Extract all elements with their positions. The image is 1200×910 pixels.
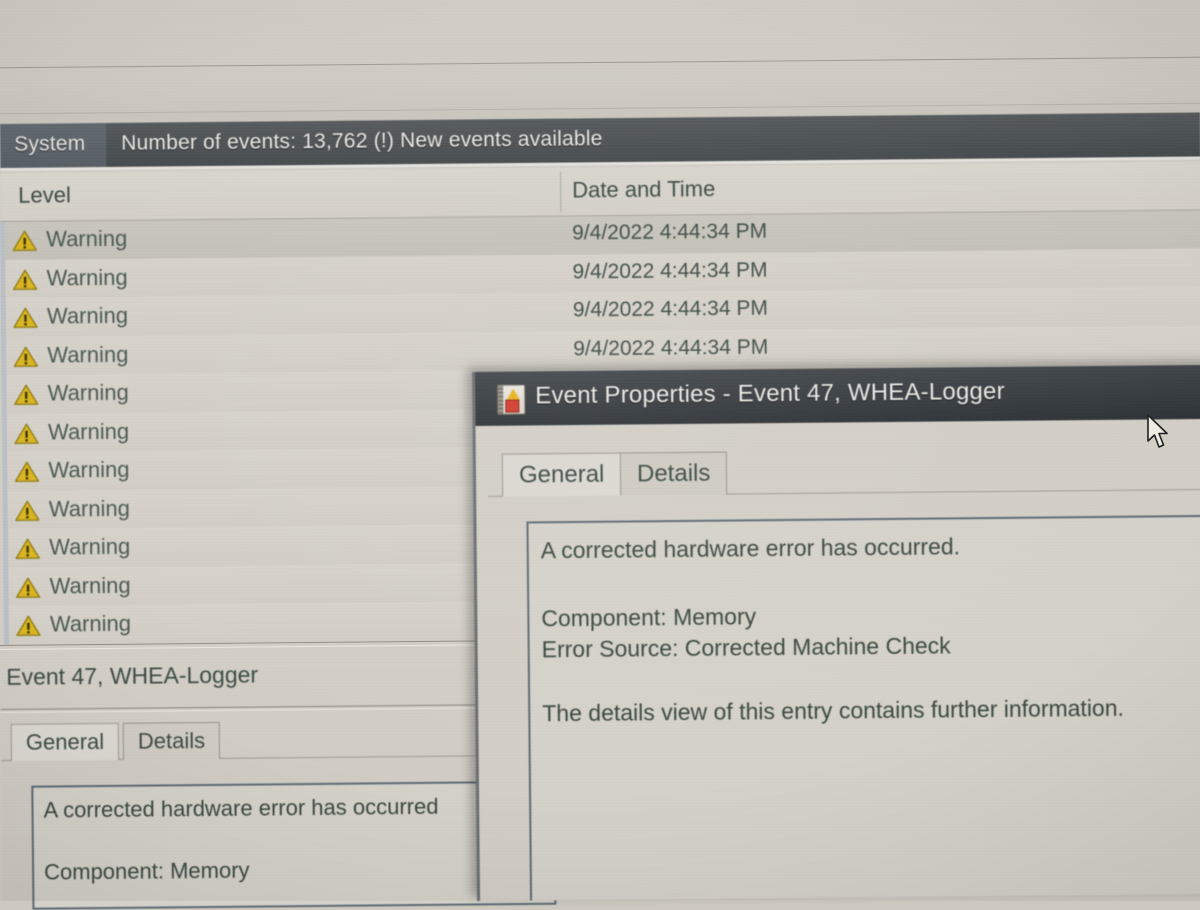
cell-level: Warning	[49, 572, 130, 599]
warning-icon	[16, 615, 41, 637]
dialog-tab-details[interactable]: Details	[620, 452, 728, 496]
list-left-rail	[0, 259, 5, 298]
event-properties-dialog[interactable]: Event Properties - Event 47, WHEA-Logger…	[472, 365, 1200, 901]
cell-level: Warning	[46, 264, 127, 291]
detail-pane-title: Event 47, WHEA-Logger	[6, 662, 258, 691]
cell-level: Warning	[47, 303, 128, 330]
dialog-description-line-1: A corrected hardware error has occurred.	[541, 533, 961, 564]
cell-date-and-time: 9/4/2022 4:44:34 PM	[572, 220, 767, 246]
column-divider[interactable]	[560, 172, 561, 212]
icon-error-square	[505, 400, 519, 413]
cell-level: Warning	[48, 457, 129, 484]
icon-binding	[498, 386, 503, 414]
warning-icon	[13, 345, 38, 367]
warning-icon	[14, 384, 39, 406]
list-left-rail	[0, 221, 5, 260]
dialog-title-bar[interactable]: Event Properties - Event 47, WHEA-Logger	[475, 365, 1200, 426]
dialog-description-line-4: The details view of this entry contains …	[542, 695, 1124, 728]
list-left-rail	[4, 606, 9, 645]
cell-level: Warning	[49, 534, 130, 561]
column-header-level[interactable]: Level	[18, 182, 71, 209]
cell-date-and-time: 9/4/2022 4:44:34 PM	[573, 335, 768, 361]
mouse-pointer-icon	[1146, 414, 1172, 452]
warning-icon	[14, 461, 39, 483]
warning-icon	[12, 268, 37, 290]
list-left-rail	[3, 567, 8, 606]
list-left-rail	[1, 298, 6, 337]
detail-description-line-2: Component: Memory	[44, 858, 250, 886]
cell-date-and-time: 9/4/2022 4:44:34 PM	[572, 258, 767, 284]
dialog-description-line-3: Error Source: Corrected Machine Check	[542, 632, 951, 663]
list-left-rail	[1, 375, 6, 414]
dialog-description-box[interactable]: A corrected hardware error has occurred.…	[526, 515, 1200, 901]
dialog-tab-general[interactable]: General	[502, 453, 622, 497]
list-left-rail	[1, 336, 6, 375]
warning-icon	[15, 576, 40, 598]
dialog-body: General Details A corrected hardware err…	[476, 419, 1200, 901]
dialog-title-text: Event Properties - Event 47, WHEA-Logger	[535, 378, 1005, 411]
warning-icon	[15, 538, 40, 560]
warning-icon	[14, 422, 39, 444]
events-summary-label: Number of events: 13,762 (!) New events …	[121, 127, 603, 156]
list-left-rail	[3, 490, 8, 529]
detail-description-line-1: A corrected hardware error has occurred	[43, 794, 438, 824]
list-left-rail	[3, 529, 8, 568]
cell-date-and-time: 9/4/2022 4:44:34 PM	[573, 297, 768, 323]
dialog-description-line-2: Component: Memory	[541, 603, 756, 632]
column-header-date-and-time[interactable]: Date and Time	[572, 176, 715, 203]
cell-level: Warning	[47, 341, 128, 368]
detail-tab-details[interactable]: Details	[123, 722, 221, 760]
cell-level: Warning	[48, 380, 129, 407]
warning-icon	[15, 499, 40, 521]
list-left-rail	[2, 413, 7, 452]
event-log-icon	[497, 384, 525, 414]
cell-level: Warning	[46, 226, 127, 253]
cell-level: Warning	[50, 611, 131, 638]
detail-tab-general[interactable]: General	[11, 723, 120, 761]
cell-level: Warning	[48, 418, 129, 445]
warning-icon	[12, 230, 37, 252]
list-left-rail	[2, 452, 7, 491]
warning-icon	[13, 307, 38, 329]
log-name-label: System	[14, 132, 85, 157]
cell-level: Warning	[49, 495, 130, 522]
